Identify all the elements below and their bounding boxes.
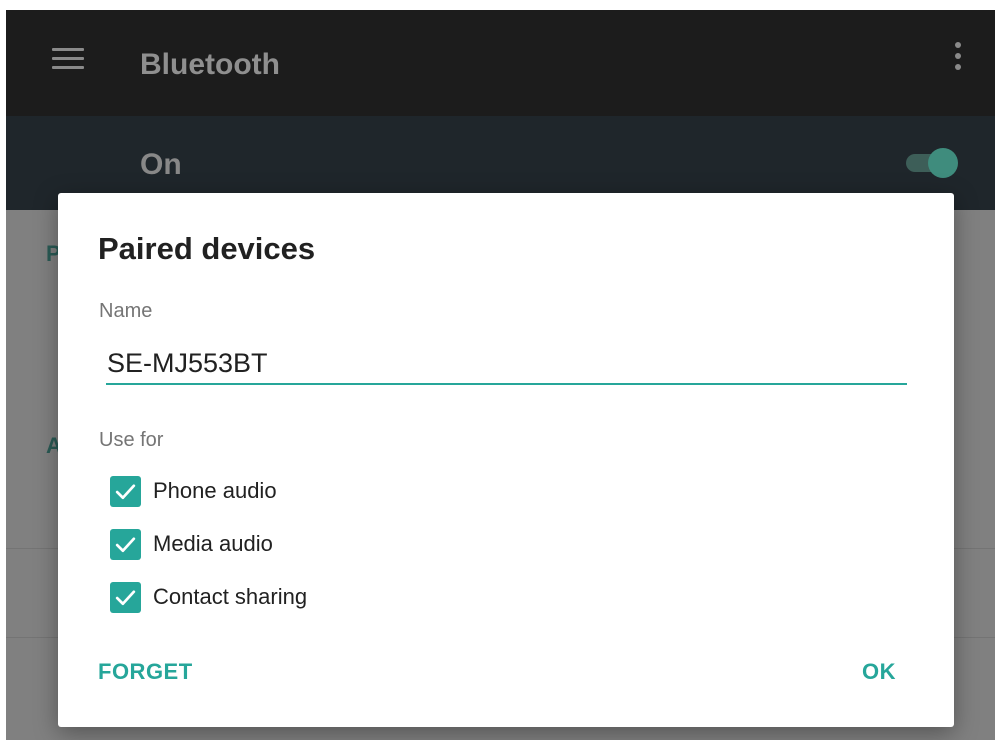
more-vert-icon[interactable]	[955, 42, 961, 82]
media-audio-label: Media audio	[153, 531, 273, 556]
contact-sharing-label: Contact sharing	[153, 584, 308, 609]
bluetooth-settings-screen: Bluetooth On P A Paired devices Name Use…	[0, 0, 995, 740]
contact-sharing-option[interactable]: Contact sharing	[110, 579, 470, 615]
app-toolbar: Bluetooth	[6, 10, 995, 116]
phone-audio-label: Phone audio	[153, 478, 277, 503]
forget-button[interactable]: FORGET	[98, 659, 193, 685]
checkbox-checked-icon[interactable]	[110, 582, 141, 613]
dialog-title: Paired devices	[98, 231, 316, 266]
ok-button[interactable]: OK	[862, 659, 896, 685]
bluetooth-status-label: On	[140, 148, 182, 181]
frame-edge	[0, 0, 6, 740]
bluetooth-toggle-switch[interactable]	[904, 146, 960, 180]
device-name-input[interactable]	[106, 343, 907, 385]
checkbox-checked-icon[interactable]	[110, 529, 141, 560]
name-label: Name	[99, 300, 153, 322]
checkbox-checked-icon[interactable]	[110, 476, 141, 507]
media-audio-option[interactable]: Media audio	[110, 526, 470, 562]
paired-devices-dialog: Paired devices Name Use for Phone audio …	[58, 193, 954, 727]
phone-audio-option[interactable]: Phone audio	[110, 473, 470, 509]
switch-thumb	[928, 148, 958, 178]
use-for-label: Use for	[99, 429, 164, 451]
app-title: Bluetooth	[140, 48, 280, 81]
menu-icon[interactable]	[52, 48, 84, 70]
